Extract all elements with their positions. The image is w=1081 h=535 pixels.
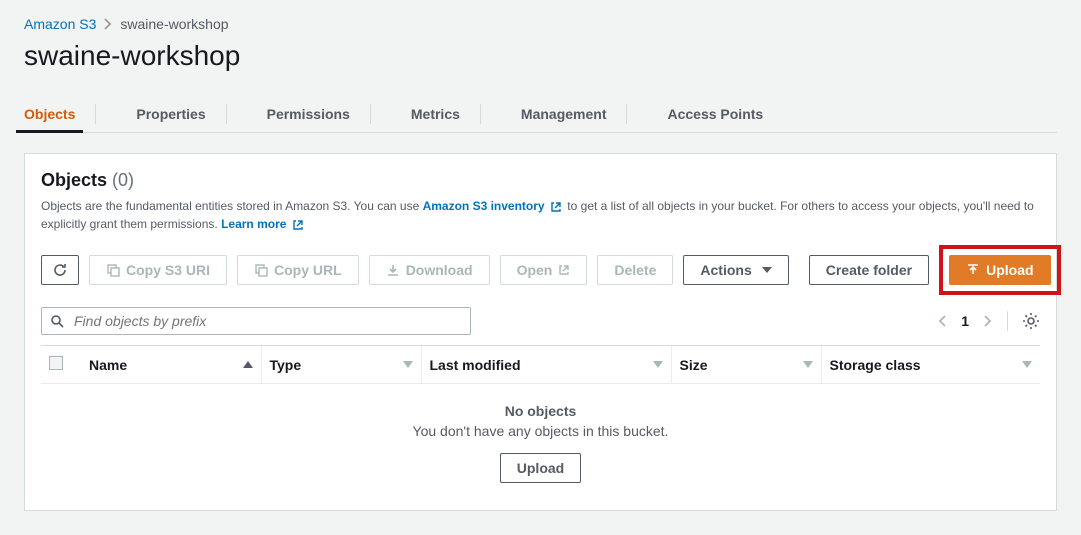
- page-prev: [937, 314, 947, 328]
- select-all-checkbox[interactable]: [49, 356, 63, 370]
- object-count: (0): [112, 170, 134, 190]
- toolbar: Copy S3 URI Copy URL Download Open: [41, 245, 1040, 295]
- panel-description: Objects are the fundamental entities sto…: [41, 197, 1040, 233]
- column-last-modified[interactable]: Last modified: [421, 346, 671, 384]
- upload-highlight: Upload: [939, 245, 1060, 295]
- empty-subtitle: You don't have any objects in this bucke…: [42, 423, 1039, 439]
- tab-access-points[interactable]: Access Points: [667, 96, 763, 132]
- download-button[interactable]: Download: [369, 255, 490, 285]
- delete-button[interactable]: Delete: [597, 255, 673, 285]
- search-box[interactable]: [41, 307, 471, 335]
- page-number: 1: [961, 313, 969, 329]
- panel-title: Objects (0): [41, 170, 134, 191]
- sort-icon: [803, 361, 813, 368]
- breadcrumb-root-link[interactable]: Amazon S3: [24, 16, 96, 32]
- search-input[interactable]: [72, 312, 462, 330]
- open-button[interactable]: Open: [500, 255, 588, 285]
- chevron-down-icon: [762, 267, 772, 273]
- upload-button[interactable]: Upload: [949, 255, 1050, 285]
- empty-title: No objects: [42, 403, 1039, 419]
- chevron-right-icon: [104, 18, 112, 30]
- external-link-icon: [558, 264, 570, 276]
- tab-objects[interactable]: Objects: [24, 96, 75, 132]
- search-icon: [50, 314, 64, 328]
- external-link-icon: [290, 217, 306, 231]
- settings-button[interactable]: [1022, 312, 1040, 330]
- objects-table: Name Type Last modified: [41, 345, 1040, 494]
- download-icon: [386, 263, 400, 277]
- external-link-icon: [548, 199, 567, 213]
- tabs: Objects Properties Permissions Metrics M…: [24, 96, 1057, 133]
- sort-asc-icon: [243, 361, 253, 368]
- inventory-link[interactable]: Amazon S3 inventory: [423, 199, 545, 213]
- copy-icon: [106, 263, 120, 277]
- copy-s3-uri-button[interactable]: Copy S3 URI: [89, 255, 227, 285]
- refresh-icon: [52, 262, 68, 278]
- column-type[interactable]: Type: [261, 346, 421, 384]
- tab-metrics[interactable]: Metrics: [411, 96, 460, 132]
- tab-properties[interactable]: Properties: [136, 96, 205, 132]
- actions-button[interactable]: Actions: [683, 255, 788, 285]
- sort-icon: [653, 361, 663, 368]
- tab-permissions[interactable]: Permissions: [267, 96, 350, 132]
- empty-upload-button[interactable]: Upload: [500, 453, 581, 483]
- breadcrumb-current: swaine-workshop: [120, 16, 228, 32]
- page-next[interactable]: [983, 314, 993, 328]
- column-storage-class[interactable]: Storage class: [821, 346, 1040, 384]
- create-folder-button[interactable]: Create folder: [809, 255, 929, 285]
- empty-state: No objects You don't have any objects in…: [42, 385, 1039, 493]
- upload-icon: [966, 263, 980, 277]
- column-name[interactable]: Name: [81, 346, 261, 384]
- refresh-button[interactable]: [41, 255, 79, 285]
- breadcrumb: Amazon S3 swaine-workshop: [24, 16, 1057, 32]
- page-title: swaine-workshop: [24, 40, 1057, 72]
- tab-management[interactable]: Management: [521, 96, 607, 132]
- copy-icon: [254, 263, 268, 277]
- learn-more-link[interactable]: Learn more: [221, 217, 286, 231]
- sort-icon: [403, 361, 413, 368]
- objects-panel: Objects (0) Objects are the fundamental …: [24, 153, 1057, 511]
- column-size[interactable]: Size: [671, 346, 821, 384]
- sort-icon: [1022, 361, 1032, 368]
- copy-url-button[interactable]: Copy URL: [237, 255, 359, 285]
- pagination: 1: [937, 311, 1040, 331]
